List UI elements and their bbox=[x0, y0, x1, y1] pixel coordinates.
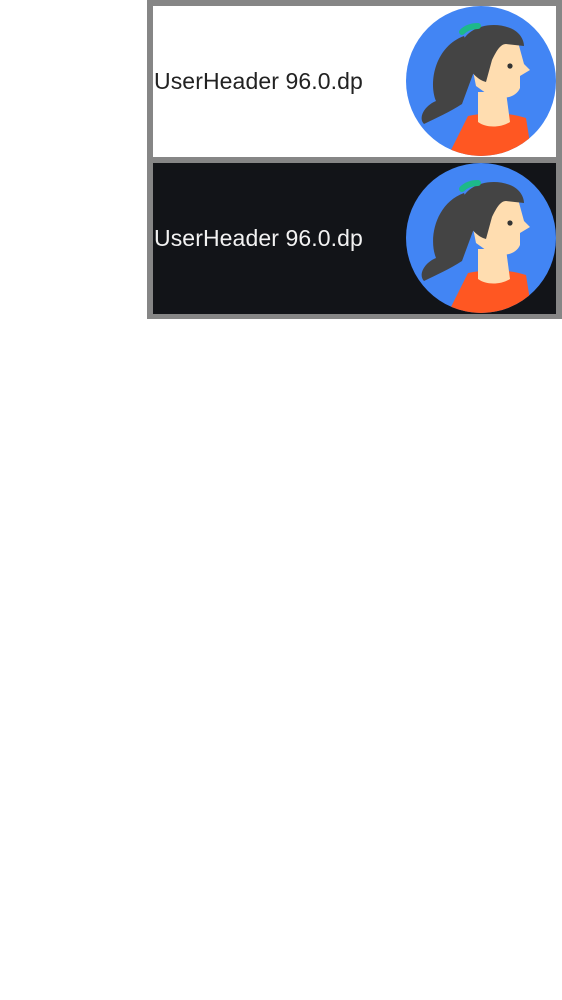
user-avatar-woman-icon bbox=[406, 163, 556, 313]
user-header-label: UserHeader 96.0.dp bbox=[154, 225, 363, 251]
avatar bbox=[406, 6, 556, 156]
user-avatar-woman-icon bbox=[406, 6, 556, 156]
preview-frame: UserHeader 96.0.dp UserHeader 96.0.dp bbox=[147, 0, 562, 319]
avatar bbox=[406, 163, 556, 313]
user-header-dark: UserHeader 96.0.dp bbox=[153, 163, 556, 314]
user-header-light: UserHeader 96.0.dp bbox=[153, 6, 556, 157]
user-header-label: UserHeader 96.0.dp bbox=[154, 68, 363, 94]
